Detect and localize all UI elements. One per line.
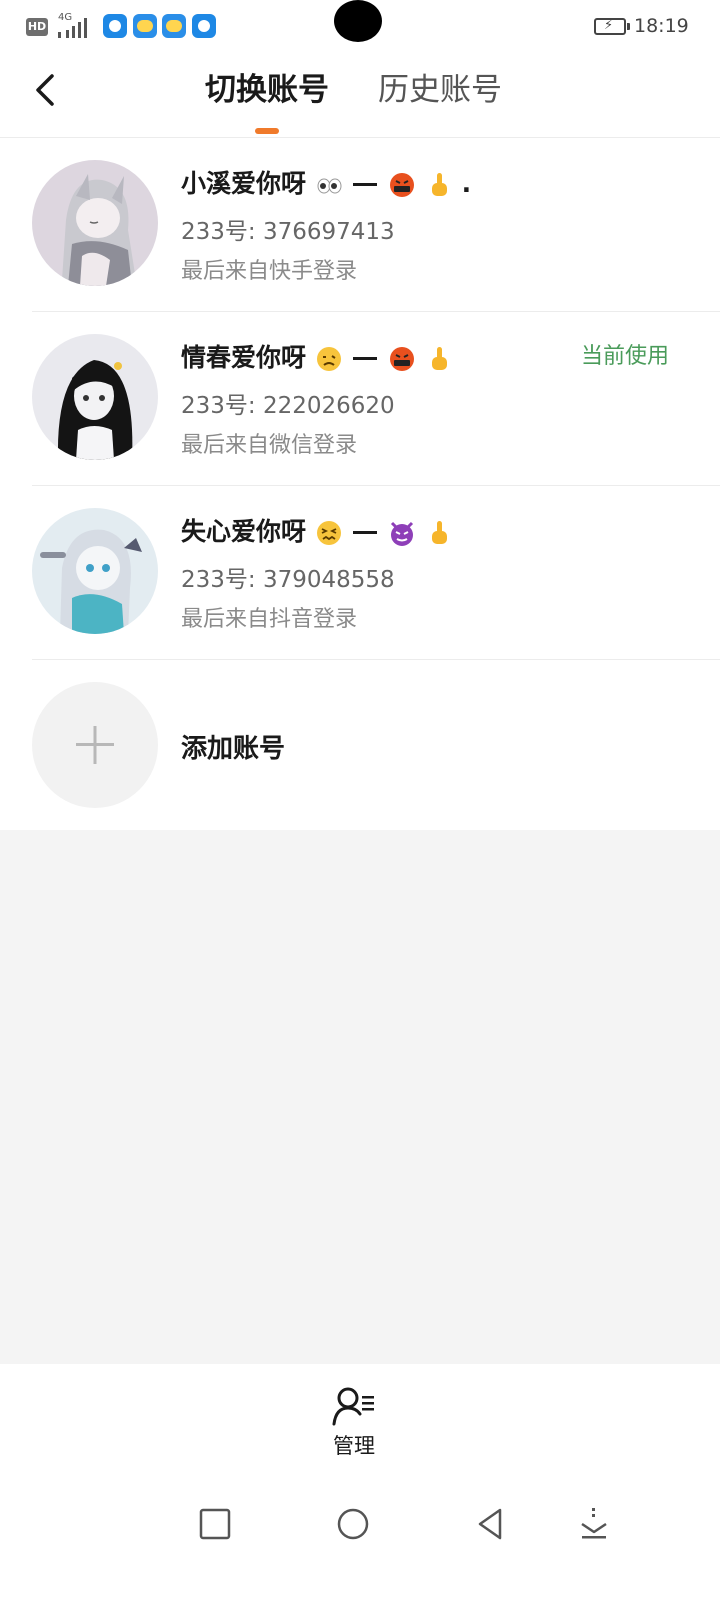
middle-finger-emoji-icon xyxy=(431,173,447,196)
account-id: 233号: 379048558 xyxy=(181,567,395,593)
weather-icon xyxy=(162,14,186,38)
dot-icon: . xyxy=(461,169,472,198)
devil-face-emoji-icon xyxy=(391,521,414,546)
account-id: 233号: 376697413 xyxy=(181,219,395,245)
notification-pulldown-icon[interactable] xyxy=(572,1502,616,1546)
avatar xyxy=(32,334,158,460)
clock: 18:19 xyxy=(634,15,689,37)
woozy-face-emoji-icon xyxy=(316,347,341,371)
eyes-emoji-icon xyxy=(317,178,342,194)
weather-icon xyxy=(133,14,157,38)
bottom-toolbar: 管理 xyxy=(0,1364,720,1480)
recent-apps-icon[interactable] xyxy=(193,1502,237,1546)
back-icon[interactable] xyxy=(468,1502,512,1546)
account-row[interactable]: 小溪爱你呀 . 233号: 376697413 最后来自快手登录 xyxy=(0,138,720,312)
add-account-row[interactable]: 添加账号 xyxy=(0,658,720,830)
system-nav-bar xyxy=(0,1480,720,1600)
confounded-face-emoji-icon xyxy=(316,521,341,545)
avatar xyxy=(32,508,158,634)
manage-user-icon xyxy=(332,1387,374,1426)
account-id: 233号: 222026620 xyxy=(181,393,395,419)
header: 切换账号 历史账号 xyxy=(0,56,720,138)
battery-icon: ⚡ xyxy=(594,18,630,35)
cursing-face-emoji-icon xyxy=(390,173,415,197)
camera-cutout xyxy=(334,0,382,42)
manage-label: 管理 xyxy=(333,1434,375,1458)
avatar xyxy=(32,160,158,286)
signal-icon xyxy=(58,18,87,38)
back-arrow-icon[interactable] xyxy=(26,70,66,110)
status-bar: HD 4G ⚡ 18:19 xyxy=(0,0,720,56)
account-list: 小溪爱你呀 . 233号: 376697413 最后来自快手登录 情春爱你呀 当… xyxy=(0,138,720,830)
app-notification-icon xyxy=(192,14,216,38)
dash-icon xyxy=(353,531,378,534)
middle-finger-emoji-icon xyxy=(431,347,447,370)
account-login-source: 最后来自快手登录 xyxy=(181,259,358,284)
app-notification-icon xyxy=(103,14,127,38)
plus-icon xyxy=(76,726,114,764)
home-icon[interactable] xyxy=(331,1502,375,1546)
account-row[interactable]: 失心爱你呀 233号: 379048558 最后来自抖音登录 xyxy=(0,486,720,660)
cursing-face-emoji-icon xyxy=(390,347,415,371)
manage-button[interactable]: 管理 xyxy=(314,1382,394,1462)
current-in-use-badge: 当前使用 xyxy=(581,344,670,369)
add-account-button[interactable] xyxy=(32,682,158,808)
hd-icon: HD xyxy=(26,18,48,36)
tab-history-account[interactable]: 历史账号 xyxy=(378,70,502,110)
dash-icon xyxy=(353,183,378,186)
account-name: 情春爱你呀 xyxy=(181,338,453,374)
account-login-source: 最后来自微信登录 xyxy=(181,433,358,458)
account-login-source: 最后来自抖音登录 xyxy=(181,607,358,632)
account-row[interactable]: 情春爱你呀 当前使用 233号: 222026620 最后来自微信登录 xyxy=(0,312,720,486)
tab-switch-account[interactable]: 切换账号 xyxy=(205,70,329,110)
middle-finger-emoji-icon xyxy=(431,521,447,544)
dash-icon xyxy=(353,357,378,360)
add-account-label: 添加账号 xyxy=(181,734,286,764)
account-name: 失心爱你呀 xyxy=(181,512,453,548)
tab-indicator xyxy=(255,128,279,134)
account-name: 小溪爱你呀 . xyxy=(181,169,472,198)
